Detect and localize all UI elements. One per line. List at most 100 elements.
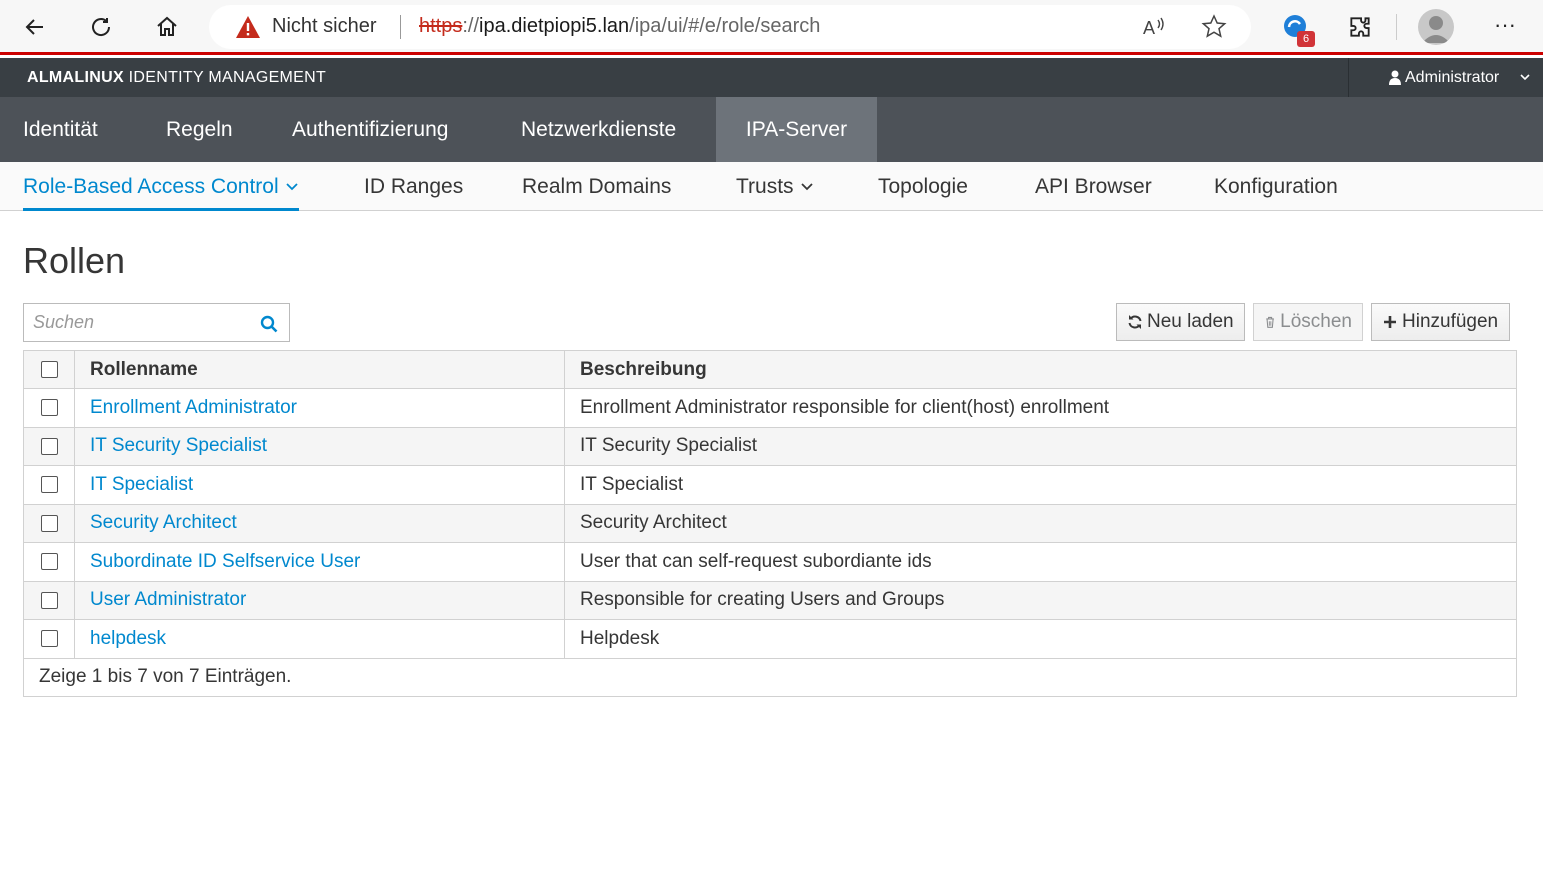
role-name-link[interactable]: Security Architect [74,503,565,543]
subnav-id-ranges[interactable]: ID Ranges [364,162,463,211]
row-checkbox[interactable] [40,553,58,571]
role-name-link[interactable]: Enrollment Administrator [74,388,565,428]
subnav-topologie[interactable]: Topologie [878,162,968,211]
table-row: IT Specialist IT Specialist [23,465,1517,505]
select-all-checkbox[interactable] [40,360,58,378]
more-options-icon[interactable]: ··· [1490,10,1520,44]
row-checkbox-cell [23,503,75,543]
read-aloud-icon[interactable]: A [1141,14,1167,40]
row-checkbox[interactable] [40,476,58,494]
table-header-row: Rollenname Beschreibung [23,350,1517,389]
search-input[interactable] [24,304,249,341]
row-checkbox[interactable] [40,591,58,609]
role-description: Responsible for creating Users and Group… [564,580,1517,620]
row-checkbox-cell [23,388,75,428]
role-name-link[interactable]: IT Security Specialist [74,426,565,466]
row-checkbox[interactable] [40,514,58,532]
nav-regeln[interactable]: Regeln [143,97,256,162]
reload-icon[interactable] [82,8,120,46]
chevron-down-icon [800,183,813,191]
reload-label: Neu laden [1147,311,1234,332]
user-name: Administrator [1405,69,1500,86]
chevron-down-icon [285,183,298,191]
table-row: User Administrator Responsible for creat… [23,580,1517,620]
url-scheme: https [419,15,463,37]
pagination-summary: Zeige 1 bis 7 von 7 Einträgen. [23,657,1517,697]
url-path: /ipa/ui/#/e/role/search [629,15,821,37]
roles-table: Rollenname Beschreibung Enrollment Admin… [23,350,1517,697]
user-menu[interactable]: Administrator [1348,58,1543,98]
role-description: Helpdesk [564,619,1517,659]
extensions-puzzle-icon[interactable] [1343,10,1377,44]
role-description: IT Specialist [564,465,1517,505]
subnav-trusts[interactable]: Trusts [736,162,814,211]
delete-label: Löschen [1280,311,1352,332]
user-icon [1389,70,1401,85]
role-description: Enrollment Administrator responsible for… [564,388,1517,428]
address-bar[interactable]: Nicht sicher https://ipa.dietpiopi5.lan/… [209,5,1251,49]
table-footer-row: Zeige 1 bis 7 von 7 Einträgen. [23,657,1517,697]
row-checkbox[interactable] [40,630,58,648]
row-checkbox[interactable] [40,399,58,417]
role-name-link[interactable]: IT Specialist [74,465,565,505]
subnav-rbac[interactable]: Role-Based Access Control [23,162,299,211]
select-all-cell [23,350,75,389]
nav-ipa-server[interactable]: IPA-Server [716,97,877,162]
row-checkbox-cell [23,619,75,659]
brand-logo: ALMALINUX IDENTITY MANAGEMENT [27,69,327,86]
favorite-star-icon[interactable] [1201,14,1227,40]
search-icon[interactable] [260,315,278,333]
delete-button[interactable]: Löschen [1253,303,1363,341]
subnav-rbac-label: Role-Based Access Control [23,175,279,198]
sub-navigation: Role-Based Access Control ID Ranges Real… [0,162,1543,211]
table-row: Security Architect Security Architect [23,503,1517,543]
row-checkbox[interactable] [40,437,58,455]
add-button[interactable]: Hinzufügen [1371,303,1510,341]
address-divider [400,15,401,39]
add-label: Hinzufügen [1402,311,1499,332]
page-title: Rollen [23,240,126,281]
url-text[interactable]: https://ipa.dietpiopi5.lan/ipa/ui/#/e/ro… [419,15,820,38]
table-row: IT Security Specialist IT Security Speci… [23,426,1517,466]
browser-toolbar: Nicht sicher https://ipa.dietpiopi5.lan/… [0,0,1543,55]
row-checkbox-cell [23,580,75,620]
toolbar-divider [1396,14,1397,40]
table-row: Enrollment Administrator Enrollment Admi… [23,388,1517,428]
profile-avatar-icon[interactable] [1418,9,1454,45]
url-host: ipa.dietpiopi5.lan [479,15,630,37]
column-header-description: Beschreibung [564,350,1517,389]
extension-badge: 6 [1297,31,1315,47]
app-header: ALMALINUX IDENTITY MANAGEMENT Administra… [0,58,1543,98]
refresh-icon [1128,315,1142,329]
row-checkbox-cell [23,426,75,466]
role-description: User that can self-request subordiante i… [564,542,1517,582]
subnav-realm-domains[interactable]: Realm Domains [522,162,671,211]
reload-button[interactable]: Neu laden [1116,303,1245,341]
nav-netzwerkdienste[interactable]: Netzwerkdienste [498,97,699,162]
home-icon[interactable] [148,8,186,46]
search-box [23,303,290,342]
nav-authentifizierung[interactable]: Authentifizierung [269,97,471,162]
subnav-api-browser[interactable]: API Browser [1035,162,1152,211]
row-checkbox-cell [23,465,75,505]
security-warning[interactable]: Nicht sicher [272,15,376,38]
row-checkbox-cell [23,542,75,582]
url-separator: :// [462,15,480,37]
nav-identitaet[interactable]: Identität [0,97,121,162]
role-description: Security Architect [564,503,1517,543]
trash-icon [1266,316,1274,328]
table-row: helpdesk Helpdesk [23,619,1517,659]
role-name-link[interactable]: helpdesk [74,619,565,659]
role-name-link[interactable]: User Administrator [74,580,565,620]
subnav-konfiguration[interactable]: Konfiguration [1214,162,1338,211]
plus-icon [1384,316,1396,328]
main-navigation: Identität Regeln Authentifizierung Netzw… [0,97,1543,162]
column-header-name[interactable]: Rollenname [74,350,565,389]
role-description: IT Security Specialist [564,426,1517,466]
role-name-link[interactable]: Subordinate ID Selfservice User [74,542,565,582]
back-icon[interactable] [16,8,54,46]
svg-text:A: A [1143,18,1155,38]
warning-icon [236,16,260,38]
chevron-down-icon [1520,74,1530,81]
table-row: Subordinate ID Selfservice User User tha… [23,542,1517,582]
